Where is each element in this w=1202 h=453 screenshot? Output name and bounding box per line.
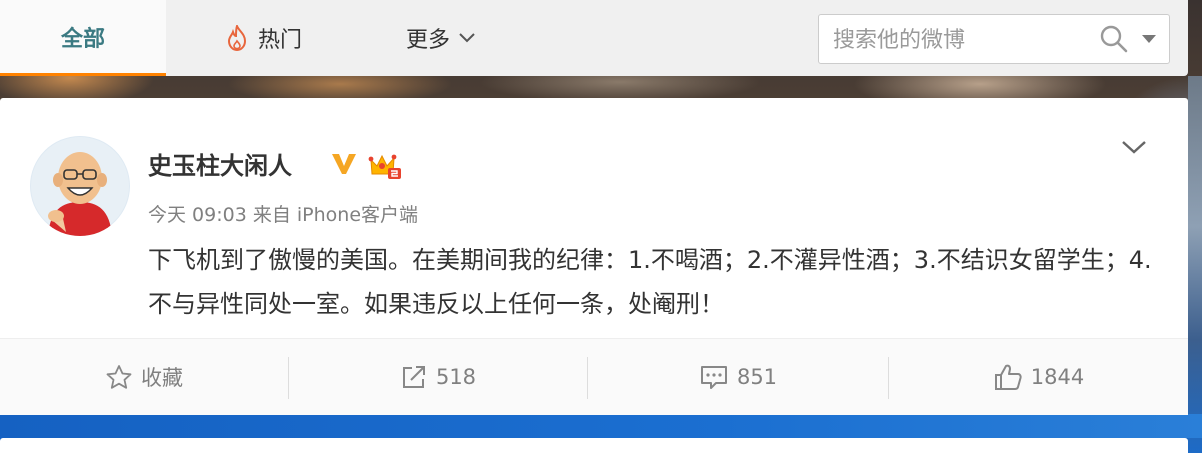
fire-icon xyxy=(227,25,246,51)
repost-icon xyxy=(402,366,425,388)
username[interactable]: 史玉柱大闲人 xyxy=(148,146,292,181)
search-box xyxy=(818,14,1170,64)
chevron-down-icon[interactable] xyxy=(1120,138,1148,156)
search-icon[interactable] xyxy=(1099,24,1129,54)
tab-all-label: 全部 xyxy=(60,26,105,52)
like-button[interactable]: 1844 xyxy=(889,339,1188,415)
search-input[interactable] xyxy=(831,23,1095,57)
repost-count: 518 xyxy=(435,365,477,389)
favorite-label: 收藏 xyxy=(141,366,183,390)
post-source[interactable]: iPhone客户端 xyxy=(297,204,418,226)
verified-v-icon[interactable] xyxy=(330,152,358,176)
background-edge xyxy=(1188,76,1202,453)
tab-more[interactable]: 更多 xyxy=(396,0,486,76)
favorite-button[interactable]: 收藏 xyxy=(0,339,288,415)
tab-bar: 全部 热门 更多 xyxy=(0,0,1188,76)
post-actions: 收藏 518 851 1844 xyxy=(0,338,1188,415)
next-post-card xyxy=(0,438,1188,453)
star-icon xyxy=(106,365,132,389)
weibo-post-card: 史玉柱大闲人 今天 09:03 来自 iPhone客户端 下飞机到了傲慢的美国。… xyxy=(0,98,1188,415)
tab-hot[interactable]: 热门 xyxy=(214,0,314,76)
post-time[interactable]: 今天 09:03 xyxy=(148,204,247,226)
comment-icon xyxy=(700,366,727,389)
background-water xyxy=(0,414,1202,438)
tab-all[interactable]: 全部 xyxy=(0,0,166,76)
comment-count: 851 xyxy=(736,365,778,389)
tab-hot-label: 热门 xyxy=(257,28,302,53)
avatar[interactable] xyxy=(30,136,130,236)
comment-button[interactable]: 851 xyxy=(588,339,888,415)
vip-crown-icon[interactable] xyxy=(368,150,402,180)
post-meta: 今天 09:03 来自 iPhone客户端 xyxy=(148,200,418,227)
like-icon xyxy=(994,364,1022,390)
post-text: 下飞机到了傲慢的美国。在美期间我的纪律：1.不喝酒；2.不灌异性酒；3.不结识女… xyxy=(148,246,1152,318)
post-source-prefix: 来自 xyxy=(252,204,291,226)
chevron-down-icon xyxy=(459,33,475,43)
caret-down-icon[interactable] xyxy=(1141,33,1157,45)
repost-button[interactable]: 518 xyxy=(289,339,587,415)
tab-more-label: 更多 xyxy=(405,28,450,53)
like-count: 1844 xyxy=(1030,365,1085,389)
